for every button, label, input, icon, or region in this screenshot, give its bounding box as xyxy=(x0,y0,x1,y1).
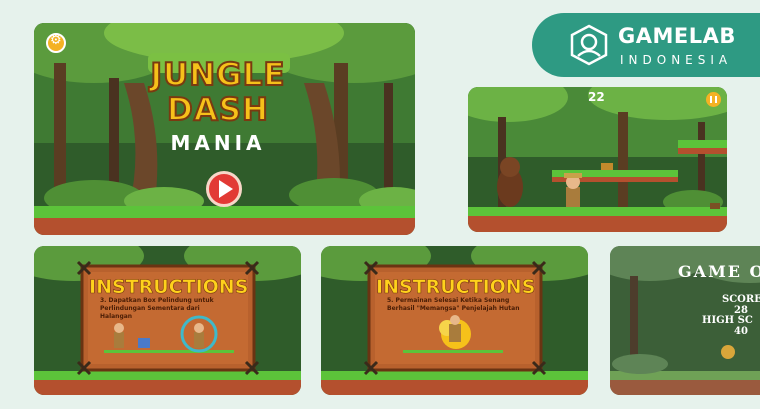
gameplay-card: 22 xyxy=(468,87,727,232)
instructions-text-2: 5. Permainan Selesai Ketika Senang Berha… xyxy=(387,297,520,312)
instructions-card-1: INSTRUCTIONS 3. Dapatkan Box Pelindung u… xyxy=(34,246,301,395)
settings-button[interactable]: ⚙ xyxy=(46,33,66,53)
gamelab-logo-icon xyxy=(570,24,608,66)
gamelab-logo-badge: GAMELAB INDONESIA xyxy=(532,13,760,77)
gameplay-background xyxy=(468,87,727,232)
pause-icon xyxy=(710,96,717,103)
instructions-heading-1: INSTRUCTIONS xyxy=(89,276,249,299)
high-score-value: 40 xyxy=(734,326,748,337)
play-icon xyxy=(219,180,233,198)
game-over-card: GAME O SCORE 28 HIGH SC 40 xyxy=(610,246,760,395)
title-screen-card: ⚙ JUNGLE DASH MANIA xyxy=(34,23,415,235)
brand-name: GAMELAB xyxy=(618,24,736,48)
instructions-card-2: INSTRUCTIONS 5. Permainan Selesai Ketika… xyxy=(321,246,588,395)
pause-button[interactable] xyxy=(706,92,721,107)
title-jungle: JUNGLE xyxy=(149,56,286,94)
play-button[interactable] xyxy=(206,171,242,207)
score-label: SCORE xyxy=(722,294,760,305)
title-dash: DASH xyxy=(166,91,269,129)
brand-sub: INDONESIA xyxy=(620,53,733,67)
score-counter: 22 xyxy=(588,90,605,104)
title-mania: MANIA xyxy=(170,131,266,155)
instructions-heading-2: INSTRUCTIONS xyxy=(376,276,536,299)
gear-icon: ⚙ xyxy=(50,33,62,48)
instructions-background-2 xyxy=(321,246,588,395)
game-over-title: GAME O xyxy=(678,262,760,281)
high-score-label: HIGH SC xyxy=(702,315,753,326)
instructions-text-1: 3. Dapatkan Box Pelindung untuk Perlindu… xyxy=(100,297,214,320)
